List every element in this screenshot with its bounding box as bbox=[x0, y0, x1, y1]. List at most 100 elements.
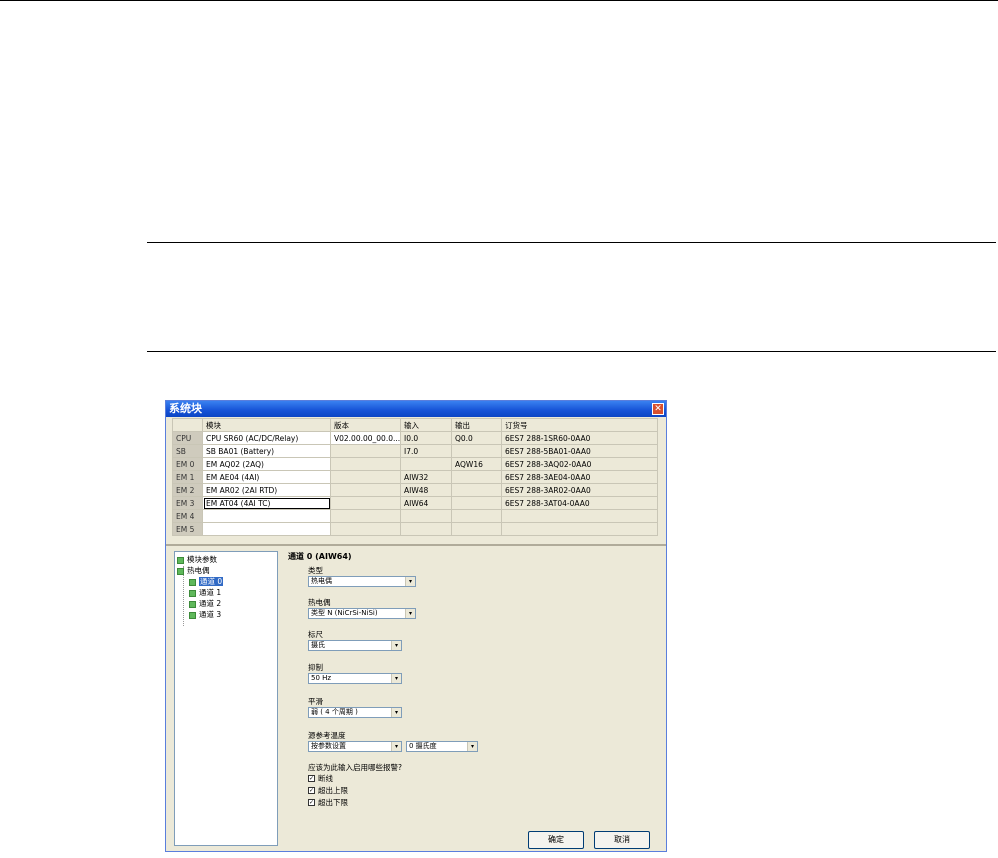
tree-item-channel-1[interactable]: 通道 1 bbox=[189, 588, 221, 598]
module-cell[interactable] bbox=[202, 522, 331, 536]
column-header: 输入 bbox=[400, 418, 452, 432]
column-header: 输出 bbox=[451, 418, 502, 432]
input-cell bbox=[400, 522, 452, 536]
chevron-down-icon: ▾ bbox=[391, 742, 401, 751]
output-cell bbox=[451, 483, 502, 497]
output-cell bbox=[451, 470, 502, 484]
version-cell bbox=[330, 470, 401, 484]
input-cell: AIW32 bbox=[400, 470, 452, 484]
order-cell: 6ES7 288-3AE04-0AA0 bbox=[501, 470, 658, 484]
version-cell[interactable]: V02.00.00_00.0... bbox=[330, 431, 401, 445]
slot-cell: SB bbox=[172, 444, 203, 458]
slot-cell: EM 0 bbox=[172, 457, 203, 471]
order-cell: 6ES7 288-3AQ02-0AA0 bbox=[501, 457, 658, 471]
checkmark-icon: ✓ bbox=[308, 775, 315, 782]
module-cell[interactable] bbox=[202, 509, 331, 523]
slot-cell: EM 1 bbox=[172, 470, 203, 484]
chevron-down-icon: ▾ bbox=[405, 577, 415, 586]
output-cell bbox=[451, 509, 502, 523]
output-cell: AQW16 bbox=[451, 457, 502, 471]
type-select[interactable]: 热电偶 ▾ bbox=[308, 576, 416, 587]
column-header: 版本 bbox=[330, 418, 401, 432]
thermocouple-select[interactable]: 类型 N (NiCrSi-NiSi) ▾ bbox=[308, 608, 416, 619]
version-cell bbox=[330, 522, 401, 536]
module-cell[interactable]: EM AR02 (2AI RTD) bbox=[202, 483, 331, 497]
table-row[interactable]: EM 3 EM AT04 (4AI TC) AIW64 6ES7 288-3AT… bbox=[172, 496, 658, 510]
column-header bbox=[172, 418, 203, 432]
column-header: 模块 bbox=[202, 418, 331, 432]
order-cell: 6ES7 288-5BA01-0AA0 bbox=[501, 444, 658, 458]
input-cell bbox=[400, 457, 452, 471]
table-row[interactable]: EM 2 EM AR02 (2AI RTD) AIW48 6ES7 288-3A… bbox=[172, 483, 658, 497]
version-cell bbox=[330, 509, 401, 523]
thermocouple-label: 热电偶 bbox=[308, 598, 331, 607]
cjc-label: 源参考温度 bbox=[308, 731, 346, 740]
node-icon bbox=[177, 556, 184, 564]
table-row[interactable]: EM 0 EM AQ02 (2AQ) AQW16 6ES7 288-3AQ02-… bbox=[172, 457, 658, 471]
module-cell[interactable]: EM AQ02 (2AQ) bbox=[202, 457, 331, 471]
checkmark-icon: ✓ bbox=[308, 799, 315, 806]
note-rule-top bbox=[147, 242, 996, 243]
cjc-select[interactable]: 按参数设置 ▾ bbox=[308, 741, 402, 752]
table-row[interactable]: EM 5 bbox=[172, 522, 658, 536]
slot-cell: EM 5 bbox=[172, 522, 203, 536]
slot-cell: EM 3 bbox=[172, 496, 203, 510]
table-row[interactable]: CPU CPU SR60 (AC/DC/Relay) V02.00.00_00.… bbox=[172, 431, 658, 445]
slot-cell: EM 4 bbox=[172, 509, 203, 523]
module-cell[interactable]: EM AE04 (4AI) bbox=[202, 470, 331, 484]
chevron-down-icon: ▾ bbox=[391, 641, 401, 650]
cjc-temperature-select[interactable]: 0 摄氏度 ▾ bbox=[406, 741, 478, 752]
table-row[interactable]: SB SB BA01 (Battery) I7.0 6ES7 288-5BA01… bbox=[172, 444, 658, 458]
parameter-tree: 模块参数 热电偶 通道 0 通道 1 通道 2 通道 3 bbox=[174, 551, 278, 846]
tree-item-channel-2[interactable]: 通道 2 bbox=[189, 599, 221, 609]
table-row[interactable]: EM 1 EM AE04 (4AI) AIW32 6ES7 288-3AE04-… bbox=[172, 470, 658, 484]
tree-item-module-params[interactable]: 模块参数 bbox=[177, 555, 217, 565]
dialog-titlebar: 系统块 ✕ bbox=[166, 401, 666, 417]
version-cell bbox=[330, 444, 401, 458]
type-label: 类型 bbox=[308, 566, 323, 575]
smoothing-select[interactable]: 弱 ( 4 个周期 ) ▾ bbox=[308, 707, 402, 718]
checkmark-icon: ✓ bbox=[308, 787, 315, 794]
tree-item-channel-0[interactable]: 通道 0 bbox=[189, 577, 224, 587]
node-icon bbox=[189, 611, 196, 619]
chevron-down-icon: ▾ bbox=[467, 742, 477, 751]
order-cell bbox=[501, 509, 658, 523]
cancel-button[interactable]: 取消 bbox=[594, 831, 650, 849]
scale-label: 标尺 bbox=[308, 630, 323, 639]
alarm-question: 应该为此输入启用哪些报警? bbox=[308, 763, 402, 772]
input-cell: I0.0 bbox=[400, 431, 452, 445]
node-icon bbox=[189, 600, 196, 608]
splitter[interactable] bbox=[166, 544, 666, 546]
input-cell: AIW64 bbox=[400, 496, 452, 510]
column-header: 订货号 bbox=[501, 418, 658, 432]
module-cell[interactable]: SB BA01 (Battery) bbox=[202, 444, 331, 458]
table-row[interactable]: EM 4 bbox=[172, 509, 658, 523]
rejection-label: 抑制 bbox=[308, 663, 323, 672]
node-icon bbox=[177, 567, 184, 575]
tree-item-thermocouple[interactable]: 热电偶 bbox=[177, 566, 210, 576]
alarm-wire-break-checkbox[interactable]: ✓ 断线 bbox=[308, 773, 333, 784]
module-cell[interactable]: CPU SR60 (AC/DC/Relay) bbox=[202, 431, 331, 445]
order-cell bbox=[501, 522, 658, 536]
rejection-select[interactable]: 50 Hz ▾ bbox=[308, 673, 402, 684]
output-cell bbox=[451, 444, 502, 458]
ok-button[interactable]: 确定 bbox=[528, 831, 584, 849]
output-cell bbox=[451, 522, 502, 536]
close-icon[interactable]: ✕ bbox=[652, 403, 664, 415]
chevron-down-icon: ▾ bbox=[391, 674, 401, 683]
alarm-lower-limit-checkbox[interactable]: ✓ 超出下限 bbox=[308, 797, 348, 808]
input-cell: I7.0 bbox=[400, 444, 452, 458]
order-cell: 6ES7 288-1SR60-0AA0 bbox=[501, 431, 658, 445]
scale-select[interactable]: 摄氏 ▾ bbox=[308, 640, 402, 651]
input-cell bbox=[400, 509, 452, 523]
order-cell: 6ES7 288-3AR02-0AA0 bbox=[501, 483, 658, 497]
module-cell[interactable]: EM AT04 (4AI TC) bbox=[202, 496, 331, 510]
chevron-down-icon: ▾ bbox=[405, 609, 415, 618]
dialog-title: 系统块 bbox=[169, 402, 202, 415]
alarm-upper-limit-checkbox[interactable]: ✓ 超出上限 bbox=[308, 785, 348, 796]
output-cell: Q0.0 bbox=[451, 431, 502, 445]
tree-item-channel-3[interactable]: 通道 3 bbox=[189, 610, 221, 620]
panel-title: 通道 0 (AIW64) bbox=[288, 552, 352, 561]
system-block-dialog: 系统块 ✕ 模块 版本 输入 输出 订货号 CPU CPU SR60 (AC/D… bbox=[165, 400, 667, 852]
version-cell bbox=[330, 483, 401, 497]
